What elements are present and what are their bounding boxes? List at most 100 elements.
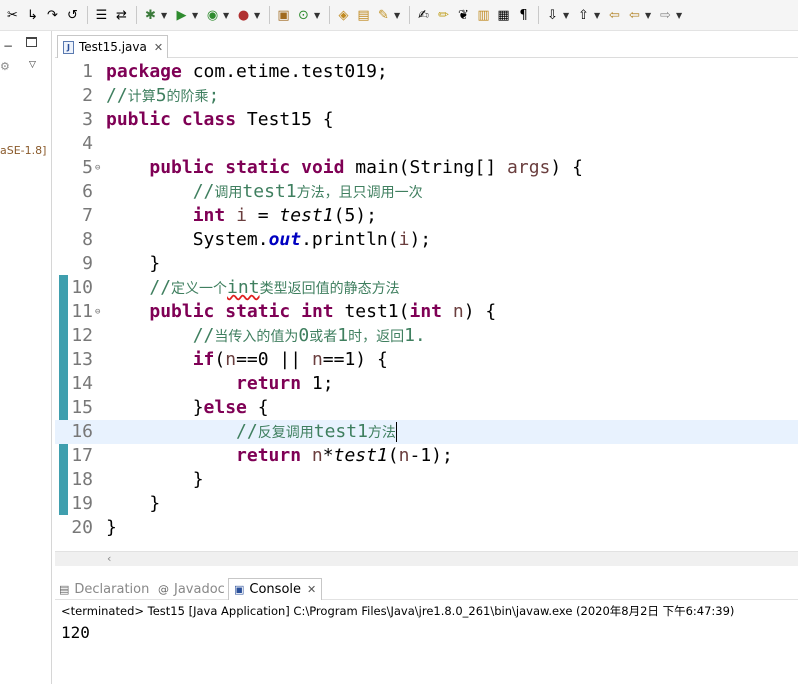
next-annotation-dropdown[interactable]: ▼ <box>563 11 571 20</box>
tab-javadoc[interactable]: @ Javadoc <box>158 578 225 600</box>
external-tools-icon[interactable]: ● <box>234 5 253 25</box>
new-class-icon[interactable]: ⊙ <box>294 5 313 25</box>
close-icon[interactable]: ✕ <box>307 583 316 596</box>
code-line[interactable]: 2 //计算5的阶乘; <box>55 84 798 108</box>
toolbar-separator <box>409 6 410 24</box>
line-number: 14 <box>71 373 93 394</box>
new-package-icon[interactable]: ▣ <box>274 5 293 25</box>
code-line[interactable]: 17 return n*test1(n-1); <box>55 444 798 468</box>
code-text: int i = test1(5); <box>192 205 377 226</box>
step-over-icon[interactable]: ↷ <box>43 5 62 25</box>
line-number: 7 <box>82 205 93 226</box>
open-task-icon[interactable]: ▤ <box>354 5 373 25</box>
tab-console[interactable]: ▣ Console ✕ <box>228 578 323 600</box>
code-line[interactable]: 10 //定义一个int类型返回值的静态方法 <box>55 276 798 300</box>
link-editor-icon[interactable]: ⚙ <box>0 60 10 73</box>
code-text: //当传入的值为0或者1时，返回1. <box>192 325 426 346</box>
line-number: 10 <box>71 277 93 298</box>
toggle-breadcrumb-icon[interactable]: ▥ <box>474 5 493 25</box>
step-icon[interactable]: ↳ <box>23 5 42 25</box>
tab-test15-java[interactable]: J Test15.java ✕ <box>57 35 168 58</box>
skip-breakpoints-icon[interactable]: ✂ <box>3 5 22 25</box>
code-text: } <box>106 517 117 538</box>
code-line[interactable]: 11 ⊖ public static int test1(int n) { <box>55 300 798 324</box>
code-editor[interactable]: 1 package com.etime.test019; 2 //计算5的阶乘; 3 pu… <box>55 58 798 550</box>
pilcrow-icon[interactable]: ¶ <box>514 5 533 25</box>
run-dropdown[interactable]: ▼ <box>192 11 200 20</box>
toolbar-separator <box>329 6 330 24</box>
line-number: 15 <box>71 397 93 418</box>
mark-occurrences-icon[interactable]: ❦ <box>454 5 473 25</box>
toolbar-separator <box>136 6 137 24</box>
search-dropdown[interactable]: ▼ <box>394 11 402 20</box>
code-line[interactable]: 16 //反复调用test1方法 <box>55 420 798 444</box>
back-icon[interactable]: ⇦ <box>625 5 644 25</box>
code-line[interactable]: 18 } <box>55 468 798 492</box>
next-annotation-icon[interactable]: ⇩ <box>543 5 562 25</box>
code-line[interactable]: 6 //调用test1方法，且只调用一次 <box>55 180 798 204</box>
search-icon[interactable]: ✎ <box>374 5 393 25</box>
code-line[interactable]: 20} <box>55 516 798 540</box>
line-number: 2 <box>82 85 93 106</box>
code-line[interactable]: 9 } <box>55 252 798 276</box>
back-dropdown[interactable]: ▼ <box>645 11 653 20</box>
collapse-icon[interactable]: ⊖ <box>95 300 100 324</box>
code-line[interactable]: 13 if(n==0 || n==1) { <box>55 348 798 372</box>
console-status-line: <terminated> Test15 [Java Application] C… <box>61 604 735 618</box>
code-text: public static int test1(int n) { <box>149 301 497 322</box>
horizontal-scrollbar[interactable]: ‹ <box>55 551 798 566</box>
console-icon: ▣ <box>234 583 245 596</box>
new-class-dropdown[interactable]: ▼ <box>314 11 322 20</box>
code-line[interactable]: 3 public class Test15 { <box>55 108 798 132</box>
step-return-icon[interactable]: ↺ <box>63 5 82 25</box>
code-line[interactable]: 15 }else { <box>55 396 798 420</box>
code-text: public class Test15 { <box>106 109 334 130</box>
declaration-icon: ▤ <box>59 582 70 596</box>
tab-declaration[interactable]: ▤ Declaration <box>59 578 149 600</box>
code-text: if(n==0 || n==1) { <box>192 349 388 370</box>
prev-annotation-dropdown[interactable]: ▼ <box>594 11 602 20</box>
pen-icon[interactable]: ✏ <box>434 5 453 25</box>
code-line[interactable]: 14 return 1; <box>55 372 798 396</box>
code-text: } <box>106 493 161 514</box>
use-step-filters-icon[interactable]: ⇄ <box>112 5 131 25</box>
code-line[interactable]: 4 <box>55 132 798 156</box>
prev-annotation-icon[interactable]: ⇧ <box>574 5 593 25</box>
editor-tab-label: Test15.java <box>79 40 147 54</box>
run-icon[interactable]: ▶ <box>172 5 191 25</box>
code-line[interactable]: 12 //当传入的值为0或者1时，返回1. <box>55 324 798 348</box>
line-number: 4 <box>82 133 93 154</box>
annotation-icon[interactable]: ✍ <box>414 5 433 25</box>
code-line[interactable]: 19 } <box>55 492 798 516</box>
line-number: 18 <box>71 469 93 490</box>
external-tools-dropdown[interactable]: ▼ <box>254 11 262 20</box>
code-text: }else { <box>106 397 269 418</box>
view-menu-icon[interactable]: ▽ <box>29 60 36 70</box>
show-whitespace-icon[interactable]: ☰ <box>92 5 111 25</box>
maximize-icon[interactable] <box>26 37 37 47</box>
line-number: 5 <box>82 157 93 178</box>
code-line[interactable]: 7 int i = test1(5); <box>55 204 798 228</box>
code-line[interactable]: 5 ⊖ public static void main(String[] args… <box>55 156 798 180</box>
bug-icon[interactable]: ✱ <box>141 5 160 25</box>
package-explorer-panel <box>0 31 52 684</box>
minimize-icon[interactable]: − <box>3 39 13 53</box>
java-file-icon: J <box>63 40 74 54</box>
block-selection-icon[interactable]: ▦ <box>494 5 513 25</box>
forward-dropdown[interactable]: ▼ <box>676 11 684 20</box>
code-line[interactable]: 1 package com.etime.test019; <box>55 60 798 84</box>
coverage-icon[interactable]: ◉ <box>203 5 222 25</box>
debug-dropdown[interactable]: ▼ <box>161 11 169 20</box>
last-edit-icon[interactable]: ⇦ <box>605 5 624 25</box>
forward-icon[interactable]: ⇨ <box>656 5 675 25</box>
code-text: } <box>106 469 204 490</box>
jre-library-label[interactable]: aSE-1.8] <box>0 144 46 157</box>
close-icon[interactable]: ✕ <box>154 41 163 54</box>
console-output[interactable]: 120 <box>61 623 90 642</box>
collapse-icon[interactable]: ⊖ <box>95 156 100 180</box>
coverage-dropdown[interactable]: ▼ <box>223 11 231 20</box>
open-type-icon[interactable]: ◈ <box>334 5 353 25</box>
text-caret <box>395 422 397 442</box>
scroll-left-icon[interactable]: ‹ <box>107 552 111 565</box>
code-line[interactable]: 8 System.out.println(i); <box>55 228 798 252</box>
